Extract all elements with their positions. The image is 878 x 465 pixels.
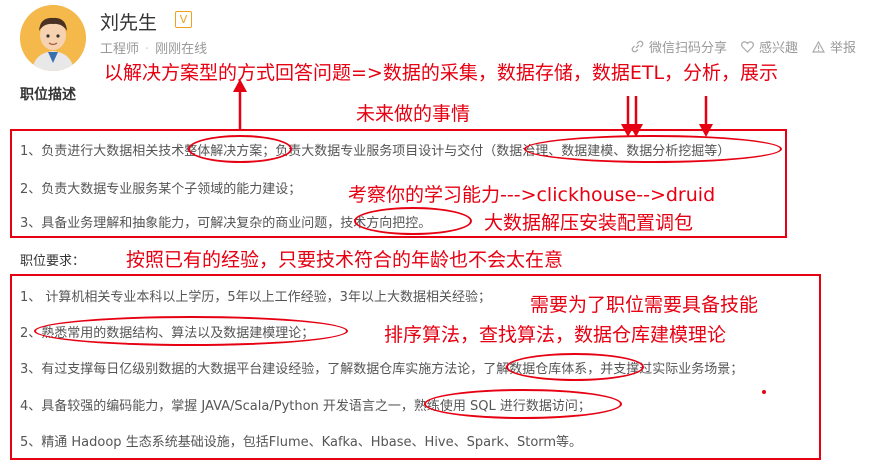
annotation-arrows bbox=[233, 79, 766, 394]
red-dot-mark bbox=[762, 390, 766, 394]
